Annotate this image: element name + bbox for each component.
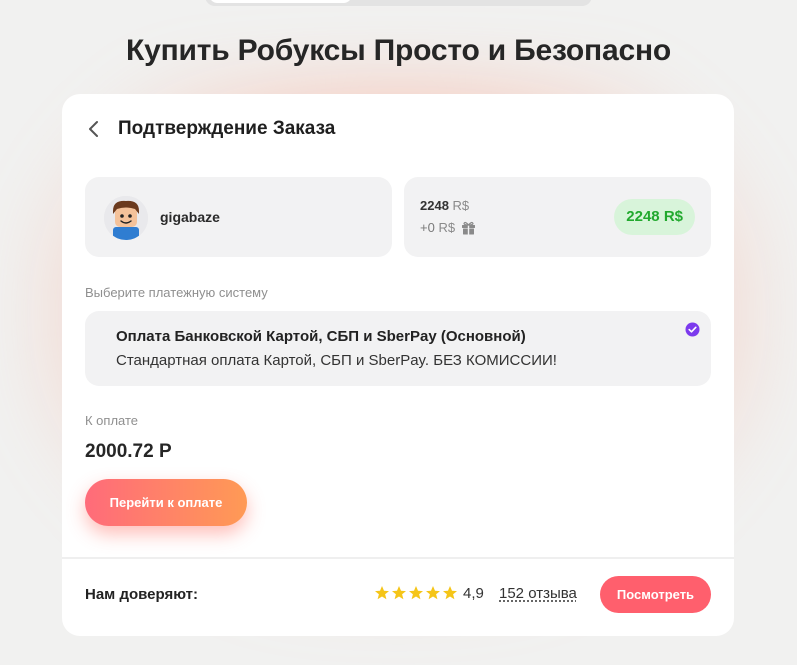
order-card: Подтверждение Заказа gigabaze 2248 R$ +0…: [62, 94, 734, 636]
user-info-box: gigabaze: [85, 177, 392, 257]
chevron-left-icon[interactable]: [86, 119, 102, 139]
bonus-currency: R$: [438, 220, 456, 235]
payment-caption: Выберите платежную систему: [85, 285, 268, 300]
top-tab-switcher: [205, 0, 592, 6]
page-title: Купить Робуксы Просто и Безопасно: [125, 34, 671, 67]
amount-box: 2248 R$ +0 R$ 2248 R$: [404, 177, 711, 257]
robux-currency: R$: [452, 198, 470, 213]
order-title: Подтверждение Заказа: [118, 118, 336, 139]
username: gigabaze: [160, 209, 220, 225]
robux-amount: 2248 R$: [420, 198, 469, 213]
star-icon: [443, 586, 457, 600]
star-icon: [392, 586, 406, 600]
roblox-avatar-icon: [104, 196, 148, 240]
divider: [62, 557, 734, 559]
reviews-link[interactable]: 152 отзыва: [499, 585, 577, 602]
total-robux-badge: 2248 R$: [614, 199, 695, 235]
view-reviews-button[interactable]: Посмотреть: [600, 576, 711, 613]
check-circle-icon: [685, 322, 700, 337]
to-pay-value: 2000.72 Р: [85, 441, 172, 462]
rating-stars: [374, 585, 458, 601]
active-tab[interactable]: [209, 0, 352, 3]
payment-option-description: Стандартная оплата Картой, СБП и SberPay…: [116, 352, 557, 369]
star-icon: [426, 586, 440, 600]
bonus-value: +0: [420, 220, 435, 235]
rating-value: 4,9: [463, 585, 484, 602]
bonus-amount: +0 R$: [420, 220, 476, 235]
star-icon: [375, 586, 389, 600]
payment-option-name: Оплата Банковской Картой, СБП и SberPay …: [116, 328, 526, 345]
star-icon: [409, 586, 423, 600]
to-pay-label: К оплате: [85, 413, 139, 428]
trust-label: Нам доверяют:: [85, 586, 198, 603]
gift-icon: [462, 221, 476, 234]
proceed-to-payment-button[interactable]: Перейти к оплате: [85, 479, 247, 526]
robux-amount-value: 2248: [420, 198, 449, 213]
payment-option-card[interactable]: Оплата Банковской Картой, СБП и SberPay …: [85, 311, 711, 386]
